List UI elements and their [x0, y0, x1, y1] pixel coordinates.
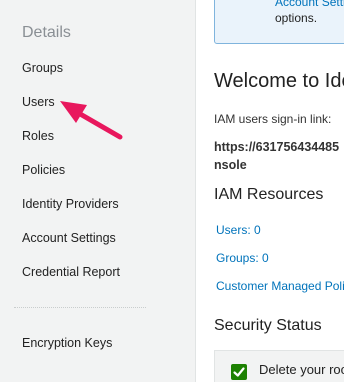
users-count-link[interactable]: Users: 0: [216, 223, 261, 237]
page-title: Welcome to Identity and Access Managemen…: [214, 70, 344, 92]
info-box-text: options.: [275, 11, 318, 25]
sidebar-item-account-settings[interactable]: Account Settings: [22, 231, 116, 245]
signin-link-line1: https://631756434485: [214, 140, 340, 154]
info-box: Account Settings options.: [214, 0, 344, 44]
signin-link[interactable]: https://631756434485 nsole: [214, 138, 339, 174]
sidebar: Details Groups Users Roles Policies Iden…: [0, 0, 196, 382]
sidebar-divider: [14, 307, 146, 308]
signin-link-label: IAM users sign-in link:: [214, 112, 332, 126]
security-status-item[interactable]: Delete your root access keys: [214, 350, 344, 382]
sidebar-item-groups[interactable]: Groups: [22, 61, 63, 75]
main-content: Account Settings options. Welcome to Ide…: [196, 0, 344, 382]
sidebar-item-policies[interactable]: Policies: [22, 163, 65, 177]
sidebar-item-credential-report[interactable]: Credential Report: [22, 265, 120, 279]
iam-resources-title: IAM Resources: [214, 186, 324, 203]
sidebar-item-encryption-keys[interactable]: Encryption Keys: [22, 336, 112, 350]
sidebar-item-roles[interactable]: Roles: [22, 129, 54, 143]
sidebar-item-users[interactable]: Users: [22, 95, 55, 109]
security-status-title: Security Status: [214, 317, 322, 334]
sidebar-item-identity-providers[interactable]: Identity Providers: [22, 197, 119, 211]
iam-console: Details Groups Users Roles Policies Iden…: [0, 0, 344, 382]
customer-managed-policies-link[interactable]: Customer Managed Policies: 0: [216, 279, 344, 293]
account-settings-link[interactable]: Account Settings: [275, 0, 344, 10]
sidebar-heading: Details: [22, 24, 71, 41]
signin-link-line2: nsole: [214, 158, 247, 172]
check-icon: [231, 364, 247, 380]
security-item-label: Delete your root access keys: [259, 362, 344, 377]
groups-count-link[interactable]: Groups: 0: [216, 251, 269, 265]
